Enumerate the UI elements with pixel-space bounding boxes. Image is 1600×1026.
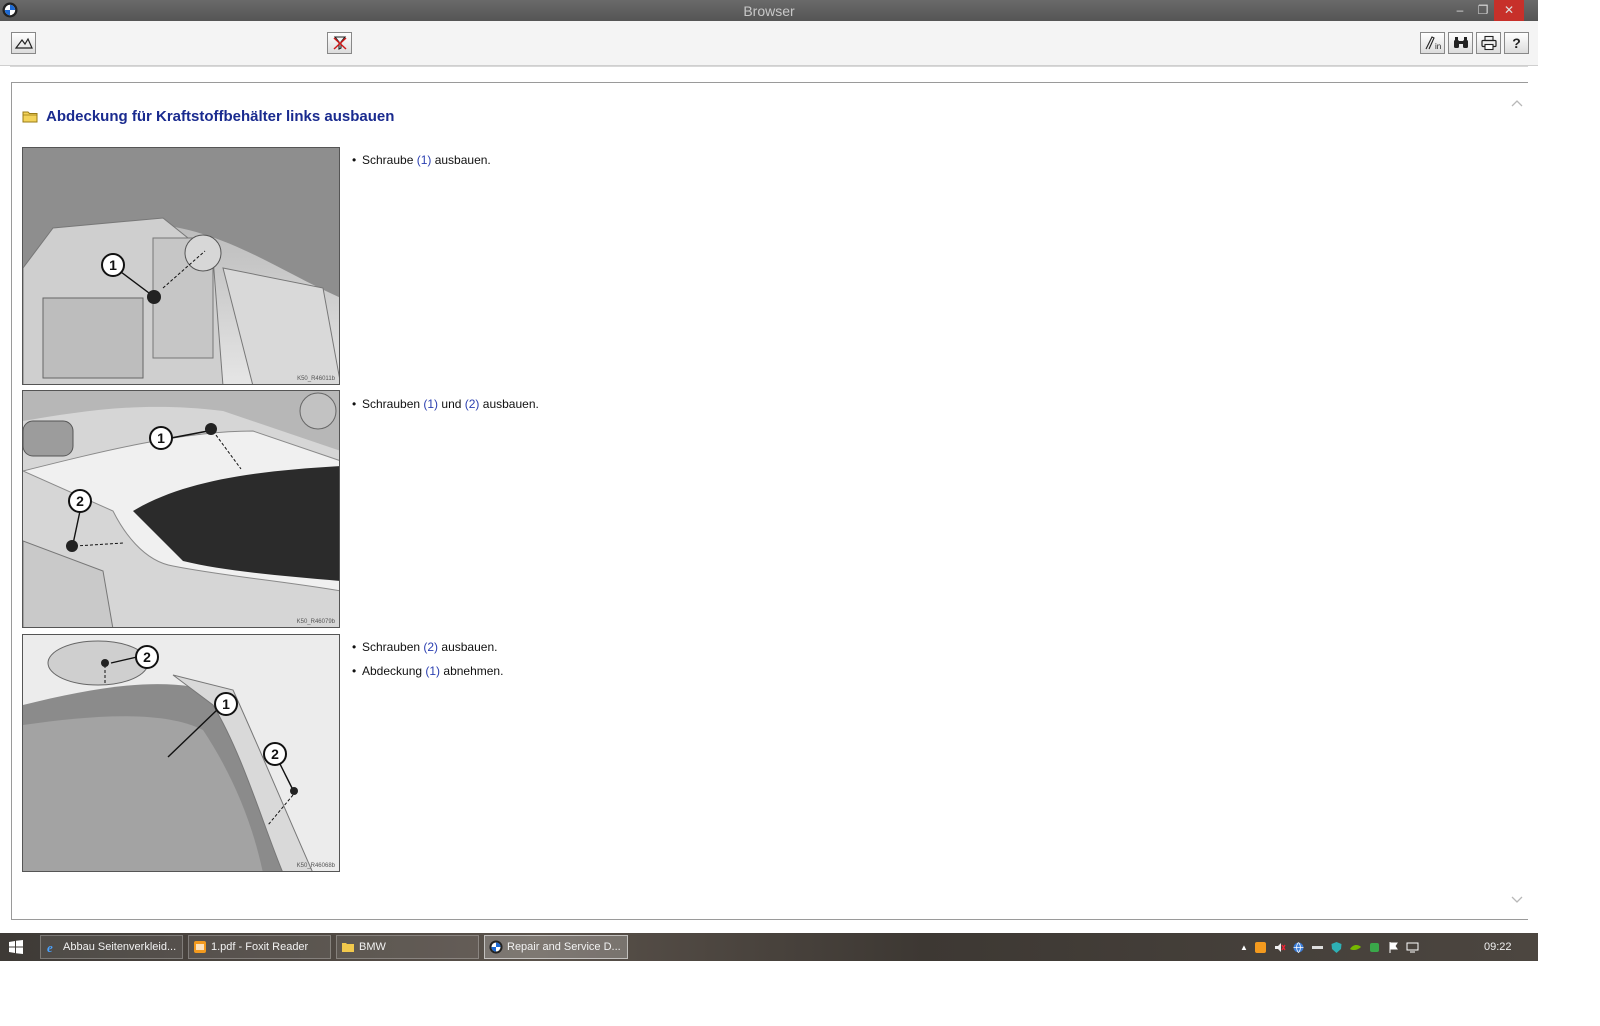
figure-2-illustration: 1 2 — [23, 391, 339, 627]
ie-icon: e — [47, 940, 53, 954]
page-title: Abdeckung für Kraftstoffbehälter links a… — [46, 107, 395, 125]
figure-1-code: K50_R46011b — [297, 376, 335, 382]
scroll-up-icon[interactable] — [1508, 96, 1526, 110]
figure-2-callout-1: 1 — [157, 430, 165, 446]
search-button[interactable] — [1448, 32, 1473, 54]
step-text: ausbauen. — [431, 153, 491, 167]
step-text: Schrauben — [362, 397, 424, 411]
step-text: Schraube — [362, 153, 417, 167]
taskbar-item-label: BMW — [359, 941, 386, 953]
home-icon — [14, 37, 33, 49]
taskbar-item-label: Repair and Service D... — [507, 941, 621, 953]
figure-3-callout-2b: 2 — [271, 746, 279, 762]
taskbar-item-label: 1.pdf - Foxit Reader — [211, 941, 309, 953]
reference-link[interactable]: (1) — [423, 397, 438, 411]
home-button[interactable] — [11, 32, 36, 54]
folder-icon — [22, 111, 38, 123]
binoculars-icon — [1453, 37, 1468, 48]
taskbar-item-repair-service[interactable]: Repair and Service D... — [484, 935, 628, 959]
step-1: • Schraube (1) ausbauen. — [352, 153, 491, 167]
tray-expand-icon[interactable]: ▲ — [1240, 943, 1248, 952]
step-text: abnehmen. — [440, 664, 504, 678]
figure-2-callout-2: 2 — [76, 493, 84, 509]
network-monitor-icon[interactable] — [1406, 941, 1419, 954]
help-icon: ? — [1512, 35, 1521, 51]
windows-start-icon[interactable] — [8, 939, 24, 955]
scroll-down-icon[interactable] — [1508, 893, 1526, 907]
step-bullet: • — [352, 664, 357, 678]
sign-in-button[interactable]: in — [1420, 32, 1445, 54]
step-4: • Abdeckung (1) abnehmen. — [352, 664, 503, 678]
step-text: ausbauen. — [479, 397, 539, 411]
close-button[interactable]: ✕ — [1494, 0, 1524, 21]
taskbar-item-ie[interactable]: e Abbau Seitenverkleid... — [40, 935, 183, 959]
security-icon[interactable] — [1368, 941, 1381, 954]
toolbar: in ? — [0, 21, 1538, 66]
figure-3-callout-1: 1 — [222, 696, 230, 712]
reference-link[interactable]: (2) — [423, 640, 438, 654]
document-heading: Abdeckung für Kraftstoffbehälter links a… — [22, 104, 394, 128]
clock[interactable]: 09:22 — [1484, 941, 1512, 953]
step-bullet: • — [352, 640, 357, 654]
nvidia-icon[interactable] — [1349, 941, 1362, 954]
window-title-bar: Browser – ❐ ✕ — [0, 0, 1538, 21]
printer-icon — [1480, 35, 1497, 51]
volume-muted-icon[interactable] — [1273, 941, 1286, 954]
figure-1: 1 K50_R46011b — [22, 147, 340, 385]
reference-link[interactable]: (1) — [417, 153, 432, 167]
figure-3-illustration: 2 1 2 — [23, 635, 339, 871]
step-text: ausbauen. — [438, 640, 498, 654]
window-title: Browser — [743, 3, 795, 19]
shield-icon[interactable] — [1330, 941, 1343, 954]
figure-3: 2 1 2 K50_R46068b — [22, 634, 340, 872]
action-center-flag-icon[interactable] — [1387, 941, 1400, 954]
foxit-icon — [194, 941, 206, 953]
taskbar-item-folder[interactable]: BMW — [336, 935, 479, 959]
svg-text:e: e — [47, 940, 53, 954]
taskbar: e Abbau Seitenverkleid... 1.pdf - Foxit … — [0, 933, 1538, 961]
figure-1-callout-1: 1 — [109, 257, 117, 273]
step-text: Abdeckung — [362, 664, 426, 678]
figure-1-illustration: 1 — [23, 148, 339, 384]
network-globe-icon[interactable] — [1292, 941, 1305, 954]
cancel-filter-button[interactable] — [327, 32, 352, 54]
step-bullet: • — [352, 397, 357, 411]
figure-2: 1 2 K50_R46079b — [22, 390, 340, 628]
bmw-icon — [489, 940, 503, 954]
sign-in-icon: in — [1425, 36, 1441, 51]
system-tray: ▲ — [1240, 937, 1419, 957]
taskbar-item-label: Abbau Seitenverkleid... — [63, 941, 177, 953]
svg-text:in: in — [1435, 42, 1441, 51]
reference-link[interactable]: (1) — [425, 664, 440, 678]
reference-link[interactable]: (2) — [465, 397, 480, 411]
figure-3-callout-2a: 2 — [143, 649, 151, 665]
help-button[interactable]: ? — [1504, 32, 1529, 54]
usb-device-icon[interactable] — [1311, 941, 1324, 954]
step-text: Schrauben — [362, 640, 424, 654]
step-2: • Schrauben (1) und (2) ausbauen. — [352, 397, 539, 411]
step-text: und — [438, 397, 465, 411]
toolbar-divider — [10, 66, 1528, 67]
step-3: • Schrauben (2) ausbauen. — [352, 640, 497, 654]
print-button[interactable] — [1476, 32, 1501, 54]
figure-3-code: K50_R46068b — [296, 863, 335, 869]
figure-2-code: K50_R46079b — [296, 619, 335, 625]
cancel-filter-icon — [332, 36, 347, 50]
taskbar-item-foxit[interactable]: 1.pdf - Foxit Reader — [188, 935, 331, 959]
folder-icon — [342, 943, 354, 952]
step-bullet: • — [352, 153, 357, 167]
foxit-tray-icon[interactable] — [1254, 941, 1267, 954]
